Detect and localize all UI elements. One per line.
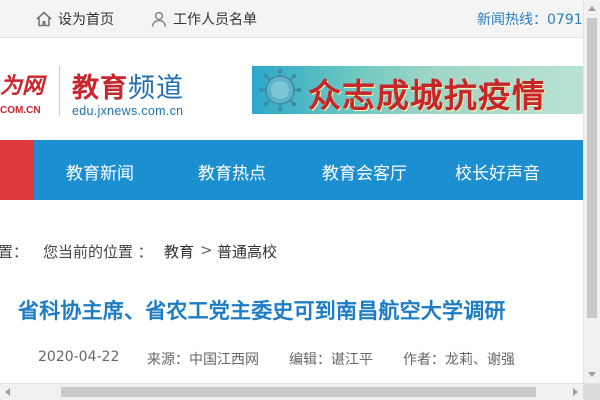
scroll-up-icon[interactable] (588, 6, 596, 11)
site-logo-domain: COM.CN (0, 105, 41, 116)
site-logo-text[interactable]: 为网 (0, 68, 44, 100)
site-header: 为网 COM.CN 教育频道 edu.jxnews.com.cn 众志成城抗疫情 (0, 38, 583, 140)
breadcrumb-link-universities[interactable]: 普通高校 (217, 241, 277, 262)
scroll-left-icon[interactable] (5, 388, 10, 396)
news-hotline: 新闻热线：0791 (477, 12, 583, 28)
breadcrumb-separator: > (200, 241, 213, 259)
top-utility-bar: 设为首页 工作人员名单 新闻热线：0791 (0, 0, 583, 38)
channel-title-part2: 频道 (128, 73, 184, 104)
breadcrumb-label-partial: 置： (0, 243, 29, 261)
channel-logo[interactable]: 教育频道 (72, 66, 184, 105)
banner-slogan: 众志成城抗疫情 (308, 76, 546, 114)
breadcrumb-link-education[interactable]: 教育 (164, 241, 194, 262)
horizontal-scrollbar[interactable] (0, 383, 600, 400)
article-editor: 编辑：谌江平 (289, 352, 373, 368)
article-title: 省科协主席、省农工党主委史可到南昌航空大学调研 (18, 299, 506, 323)
scroll-down-icon[interactable] (588, 372, 596, 377)
nav-tab-education-news[interactable]: 教育新闻 (66, 159, 134, 184)
nav-tab-education-lounge[interactable]: 教育会客厅 (322, 159, 407, 184)
person-icon (151, 11, 167, 27)
channel-title-part1: 教育 (72, 73, 128, 104)
main-nav: 教育新闻 教育热点 教育会客厅 校长好声音 (0, 140, 583, 200)
nav-red-block (0, 140, 34, 200)
vertical-scrollbar[interactable] (583, 0, 600, 383)
article-source: 来源：中国江西网 (147, 352, 259, 368)
logo-divider (59, 66, 60, 116)
staff-list-link[interactable]: 工作人员名单 (150, 9, 257, 29)
virus-graphic-icon (259, 69, 301, 111)
scroll-right-icon[interactable] (573, 388, 578, 396)
home-icon (36, 11, 52, 27)
set-homepage-link[interactable]: 设为首页 (35, 9, 114, 29)
article-date: 2020-04-22 (38, 349, 120, 365)
scrollbar-corner (583, 384, 600, 400)
set-homepage-label: 设为首页 (58, 12, 114, 28)
horizontal-scroll-thumb[interactable] (61, 387, 536, 397)
anti-epidemic-banner[interactable]: 众志成城抗疫情 (252, 66, 583, 114)
nav-tab-principal-voice[interactable]: 校长好声音 (455, 159, 540, 184)
staff-list-label: 工作人员名单 (173, 12, 257, 28)
channel-domain: edu.jxnews.com.cn (72, 104, 184, 118)
breadcrumb-current-label: 您当前的位置 ： (43, 243, 153, 261)
article-author: 作者：龙莉、谢强 (403, 352, 515, 368)
nav-tab-education-hot[interactable]: 教育热点 (198, 159, 266, 184)
vertical-scroll-thumb[interactable] (587, 18, 597, 318)
